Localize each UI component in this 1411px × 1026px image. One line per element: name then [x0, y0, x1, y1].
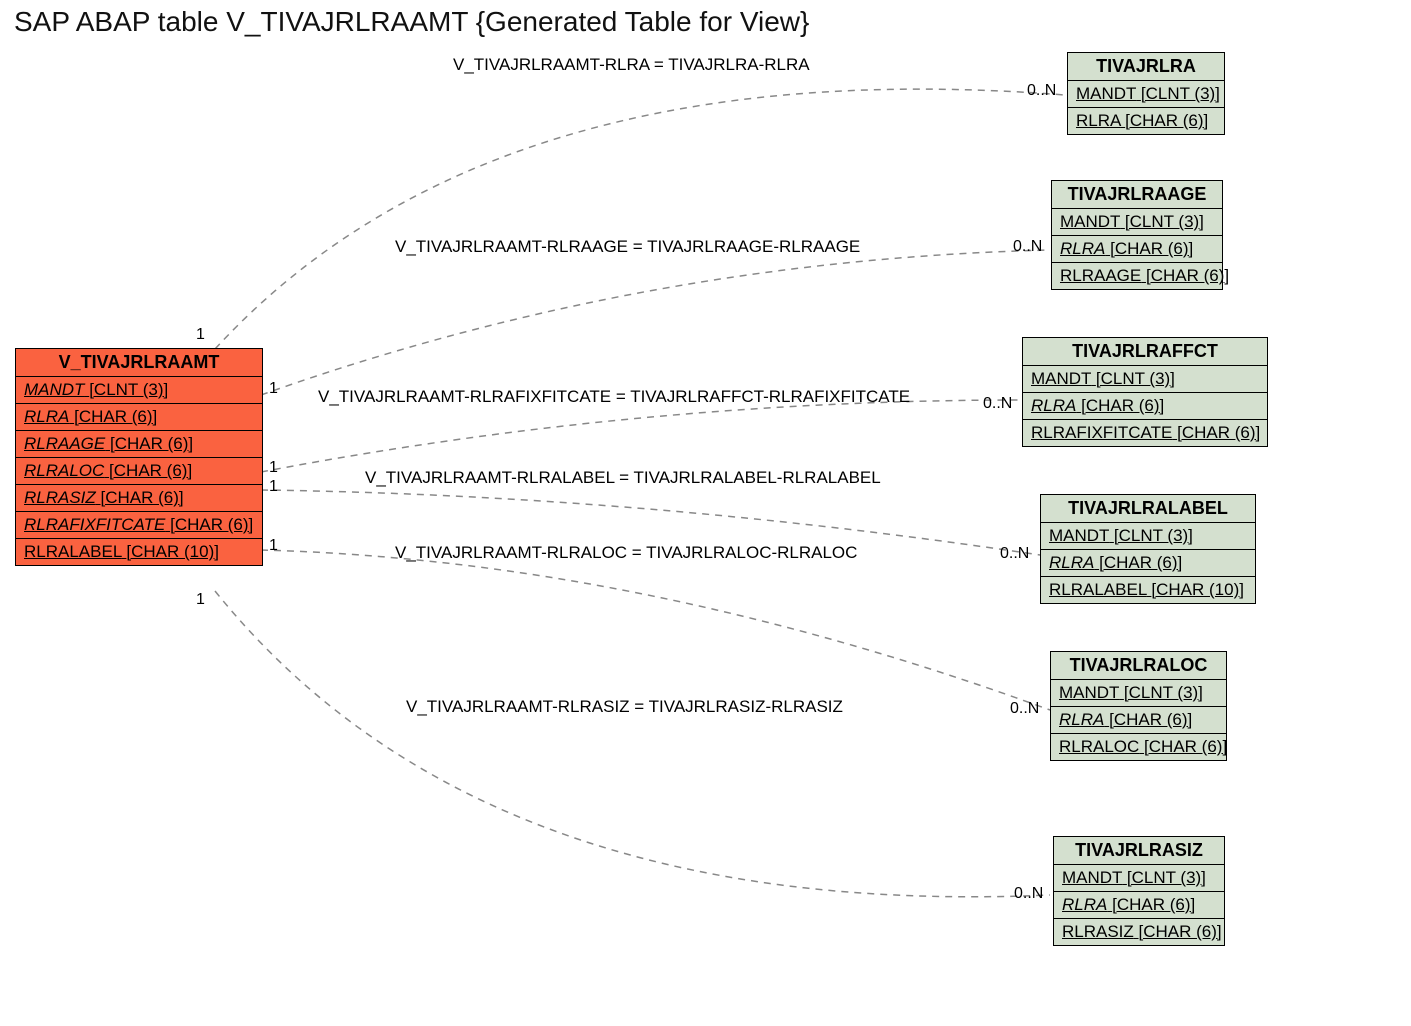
card-right-3: 0..N [1000, 545, 1029, 563]
card-right-0: 0..N [1027, 82, 1056, 100]
entity-field: RLRA [CHAR (6)] [16, 404, 262, 431]
entity-header: TIVAJRLRA [1068, 53, 1224, 81]
entity-field: MANDT [CLNT (3)] [1068, 81, 1224, 108]
entity-field: RLRA [CHAR (6)] [1023, 393, 1267, 420]
entity-header: TIVAJRLRAFFCT [1023, 338, 1267, 366]
entity-field: RLRAAGE [CHAR (6)] [1052, 263, 1222, 289]
card-left-5: 1 [196, 591, 205, 609]
entity-field: MANDT [CLNT (3)] [16, 377, 262, 404]
entity-field: RLRA [CHAR (6)] [1052, 236, 1222, 263]
card-right-5: 0..N [1014, 885, 1043, 903]
entity-field: MANDT [CLNT (3)] [1052, 209, 1222, 236]
edge-label-rlra: V_TIVAJRLRAAMT-RLRA = TIVAJRLRA-RLRA [453, 55, 810, 75]
entity-field: RLRALOC [CHAR (6)] [16, 458, 262, 485]
entity-main: V_TIVAJRLRAAMT MANDT [CLNT (3)] RLRA [CH… [15, 348, 263, 566]
card-left-2: 1 [269, 459, 278, 477]
entity-field: MANDT [CLNT (3)] [1023, 366, 1267, 393]
entity-field: RLRASIZ [CHAR (6)] [1054, 919, 1224, 945]
entity-tivajrlralabel: TIVAJRLRALABEL MANDT [CLNT (3)] RLRA [CH… [1040, 494, 1256, 604]
card-left-0: 1 [196, 326, 205, 344]
entity-header: TIVAJRLRASIZ [1054, 837, 1224, 865]
edge-label-rlrasiz: V_TIVAJRLRAAMT-RLRASIZ = TIVAJRLRASIZ-RL… [406, 697, 843, 717]
edge-label-rlralabel: V_TIVAJRLRAAMT-RLRALABEL = TIVAJRLRALABE… [365, 468, 881, 488]
entity-field: MANDT [CLNT (3)] [1041, 523, 1255, 550]
edge-label-rlraage: V_TIVAJRLRAAMT-RLRAAGE = TIVAJRLRAAGE-RL… [395, 237, 860, 257]
entity-tivajrlra: TIVAJRLRA MANDT [CLNT (3)] RLRA [CHAR (6… [1067, 52, 1225, 135]
entity-tivajrlrasiz: TIVAJRLRASIZ MANDT [CLNT (3)] RLRA [CHAR… [1053, 836, 1225, 946]
entity-header: TIVAJRLRALABEL [1041, 495, 1255, 523]
entity-field: RLRAAGE [CHAR (6)] [16, 431, 262, 458]
card-left-1: 1 [269, 380, 278, 398]
entity-main-header: V_TIVAJRLRAAMT [16, 349, 262, 377]
card-left-3: 1 [269, 478, 278, 496]
entity-tivajrlraloc: TIVAJRLRALOC MANDT [CLNT (3)] RLRA [CHAR… [1050, 651, 1227, 761]
entity-field: RLRA [CHAR (6)] [1068, 108, 1224, 134]
entity-header: TIVAJRLRAAGE [1052, 181, 1222, 209]
entity-field: RLRASIZ [CHAR (6)] [16, 485, 262, 512]
entity-field: RLRALOC [CHAR (6)] [1051, 734, 1226, 760]
entity-field: RLRALABEL [CHAR (10)] [1041, 577, 1255, 603]
card-right-1: 0..N [1013, 238, 1042, 256]
entity-tivajrlraffct: TIVAJRLRAFFCT MANDT [CLNT (3)] RLRA [CHA… [1022, 337, 1268, 447]
entity-field: RLRALABEL [CHAR (10)] [16, 539, 262, 565]
entity-field: RLRA [CHAR (6)] [1041, 550, 1255, 577]
entity-tivajrlraage: TIVAJRLRAAGE MANDT [CLNT (3)] RLRA [CHAR… [1051, 180, 1223, 290]
entity-field: RLRAFIXFITCATE [CHAR (6)] [1023, 420, 1267, 446]
card-right-4: 0..N [1010, 700, 1039, 718]
entity-field: MANDT [CLNT (3)] [1054, 865, 1224, 892]
entity-header: TIVAJRLRALOC [1051, 652, 1226, 680]
edge-label-rlraloc: V_TIVAJRLRAAMT-RLRALOC = TIVAJRLRALOC-RL… [395, 543, 857, 563]
entity-field: RLRA [CHAR (6)] [1051, 707, 1226, 734]
entity-field: RLRAFIXFITCATE [CHAR (6)] [16, 512, 262, 539]
card-left-4: 1 [269, 537, 278, 555]
entity-field: MANDT [CLNT (3)] [1051, 680, 1226, 707]
entity-field: RLRA [CHAR (6)] [1054, 892, 1224, 919]
page-title: SAP ABAP table V_TIVAJRLRAAMT {Generated… [14, 6, 809, 38]
edge-label-rlrafixfitcate: V_TIVAJRLRAAMT-RLRAFIXFITCATE = TIVAJRLR… [318, 387, 910, 407]
card-right-2: 0..N [983, 395, 1012, 413]
